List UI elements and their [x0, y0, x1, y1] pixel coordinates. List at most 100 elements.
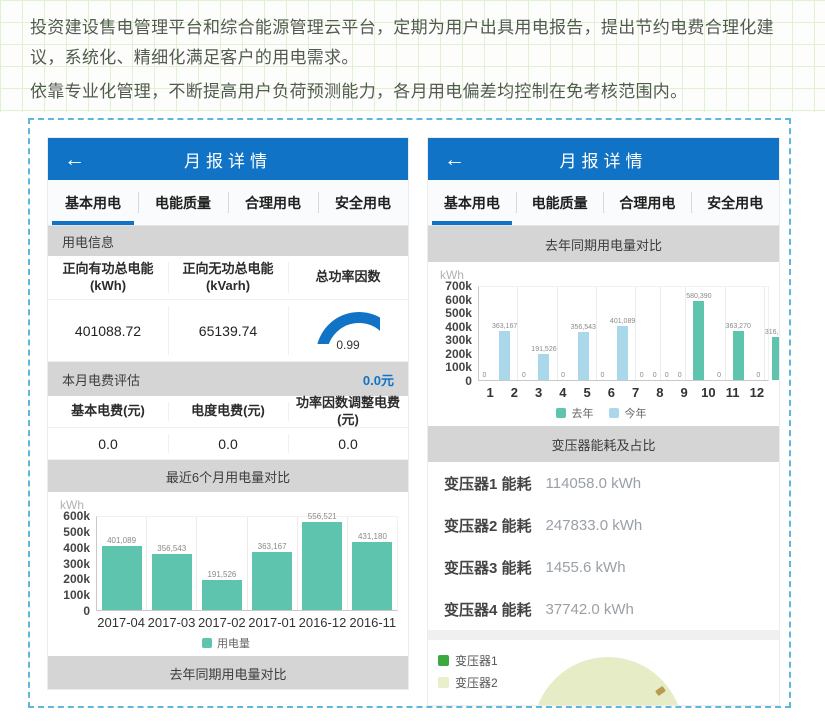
bar-value-label: 0 — [561, 372, 565, 379]
plot-area: 0363,1670191,5260356,5430401,0890000580,… — [478, 286, 769, 381]
bar-group: 191,526 — [196, 517, 246, 610]
legend-swatch-icon — [202, 638, 212, 648]
bar-value-label: 401,089 — [610, 318, 635, 325]
bar-group: 363,167 — [247, 517, 297, 610]
y-tick-label: 300k — [63, 558, 90, 570]
y-tick-label: 600k — [445, 294, 472, 306]
usage-value-row: 401088.72 65139.74 0.99 — [48, 300, 408, 362]
active-energy-value: 401088.72 — [48, 300, 168, 361]
x-tick-label: 2017-02 — [197, 611, 247, 630]
bar-今年-3[interactable] — [578, 332, 589, 380]
bar-value-label: 316,648 — [765, 329, 780, 336]
bar-用电量-2017-03[interactable] — [152, 554, 192, 610]
screenshots-panel: ← 月报详情 基本用电 电能质量 合理用电 安全用电 用电信息 正向有功总电能(… — [28, 118, 791, 708]
bar-value-label: 0 — [717, 372, 721, 379]
x-tick-label: 5 — [575, 381, 599, 400]
section-monthly-chart-title: 最近6个月用电量对比 — [48, 460, 408, 492]
x-axis: 2017-042017-032017-022017-012016-122016-… — [96, 611, 398, 630]
bar-用电量-2016-11[interactable] — [352, 542, 392, 610]
bar-group: 363,2700 — [725, 287, 764, 380]
legend-item-今年[interactable]: 今年 — [609, 405, 646, 421]
bar-今年-1[interactable] — [499, 331, 510, 380]
section-fee-estimate: 本月电费评估 0.0元 — [48, 362, 408, 396]
bar-group: 0 401,089 — [596, 287, 635, 380]
tab-safe-usage[interactable]: 安全用电 — [318, 180, 408, 225]
col-basic-fee: 基本电费(元) — [48, 396, 168, 427]
legend-swatch-icon — [556, 408, 566, 418]
col-energy-fee: 电度电费(元) — [168, 396, 288, 427]
bar-value-label: 363,167 — [258, 543, 287, 551]
left-screenshot: ← 月报详情 基本用电 电能质量 合理用电 安全用电 用电信息 正向有功总电能(… — [47, 137, 409, 690]
x-tick-label: 1 — [478, 381, 502, 400]
y-tick-label: 500k — [445, 307, 472, 319]
bar-group: 556,521 — [297, 517, 347, 610]
legend-item-去年[interactable]: 去年 — [556, 405, 593, 421]
y-tick-label: 700k — [445, 280, 472, 292]
bar-今年-2[interactable] — [538, 354, 549, 380]
app-header: ← 月报详情 — [428, 138, 779, 180]
y-tick-label: 200k — [445, 348, 472, 360]
tab-basic-usage[interactable]: 基本用电 — [428, 180, 516, 225]
plot-area: 401,089356,543191,526363,167556,521431,1… — [96, 516, 398, 611]
y-tick-label: 200k — [63, 573, 90, 585]
tab-bar: 基本用电 电能质量 合理用电 安全用电 — [428, 180, 779, 226]
bar-value-label: 363,167 — [492, 323, 517, 330]
monthly-usage-bar-chart: kWh600k500k400k300k200k100k0401,089356,5… — [48, 492, 408, 656]
usage-header-row: 正向有功总电能(kWh) 正向无功总电能 (kVarh) 总功率因数 — [48, 256, 408, 300]
bar-去年-8[interactable] — [733, 331, 744, 380]
energy-fee-value: 0.0 — [168, 428, 288, 459]
pie-chart[interactable] — [533, 657, 683, 705]
tab-basic-usage[interactable]: 基本用电 — [48, 180, 138, 225]
bar-value-label: 0 — [756, 372, 760, 379]
tab-power-quality[interactable]: 电能质量 — [138, 180, 228, 225]
bar-value-label: 401,089 — [107, 537, 136, 545]
tab-reasonable-usage[interactable]: 合理用电 — [603, 180, 691, 225]
bar-value-label: 0 — [640, 372, 644, 379]
transformer-pie-chart-area: 变压器1 变压器2 — [428, 640, 779, 705]
bar-去年-7[interactable] — [693, 301, 704, 380]
bar-用电量-2017-02[interactable] — [202, 580, 242, 610]
intro-section: 投资建设售电管理平台和综合能源管理云平台，定期为用户出具用电报告，提出节约电费合… — [0, 0, 825, 112]
legend-swatch-icon — [438, 655, 449, 666]
tab-power-quality[interactable]: 电能质量 — [516, 180, 604, 225]
chart-section-title: 最近6个月用电量对比 — [166, 467, 290, 486]
y-tick-label: 0 — [465, 375, 472, 387]
transformer-row-3: 变压器3 能耗 1455.6 kWh — [428, 546, 779, 588]
y-tick-label: 100k — [63, 589, 90, 601]
y-tick-label: 600k — [63, 510, 90, 522]
transformer-value: 1455.6 kWh — [546, 559, 626, 576]
x-tick-label: 11 — [720, 381, 744, 400]
y-tick-label: 100k — [445, 361, 472, 373]
tab-bar: 基本用电 电能质量 合理用电 安全用电 — [48, 180, 408, 226]
bar-value-label: 0 — [600, 372, 604, 379]
pf-adjust-fee-value: 0.0 — [288, 428, 408, 459]
y-tick-label: 500k — [63, 526, 90, 538]
x-tick-label: 7 — [623, 381, 647, 400]
bar-去年-9[interactable] — [772, 337, 780, 380]
pie-legend-item-transformer2[interactable]: 变压器2 — [438, 674, 498, 691]
tab-reasonable-usage[interactable]: 合理用电 — [228, 180, 318, 225]
bar-value-label: 191,526 — [207, 571, 236, 579]
page-title: 月报详情 — [428, 147, 779, 172]
transformer-value: 37742.0 kWh — [546, 601, 634, 618]
pie-legend: 变压器1 变压器2 — [438, 652, 498, 691]
legend-label: 今年 — [624, 405, 646, 421]
col-active-energy: 正向有功总电能(kWh) — [48, 256, 168, 299]
legend-item-用电量[interactable]: 用电量 — [202, 635, 250, 651]
bar-今年-4[interactable] — [617, 326, 628, 380]
bar-value-label: 580,390 — [686, 293, 711, 300]
pie-legend-item-transformer1[interactable]: 变压器1 — [438, 652, 498, 669]
bar-group: 431,180 — [347, 517, 397, 610]
col-reactive-energy: 正向无功总电能 (kVarh) — [168, 256, 288, 299]
tab-safe-usage[interactable]: 安全用电 — [691, 180, 779, 225]
chart-unit-label: kWh — [60, 498, 398, 512]
bar-用电量-2017-01[interactable] — [252, 552, 292, 610]
bar-用电量-2017-04[interactable] — [102, 546, 142, 610]
bar-用电量-2016-12[interactable] — [302, 522, 342, 610]
bar-group: 0363,167 — [479, 287, 517, 380]
footer-section-title: 去年同期用电量对比 — [169, 664, 286, 683]
bar-value-label: 431,180 — [358, 533, 387, 541]
legend-swatch-icon — [609, 408, 619, 418]
fee-section-title: 本月电费评估 — [62, 370, 140, 389]
x-tick-label: 2017-03 — [146, 611, 196, 630]
